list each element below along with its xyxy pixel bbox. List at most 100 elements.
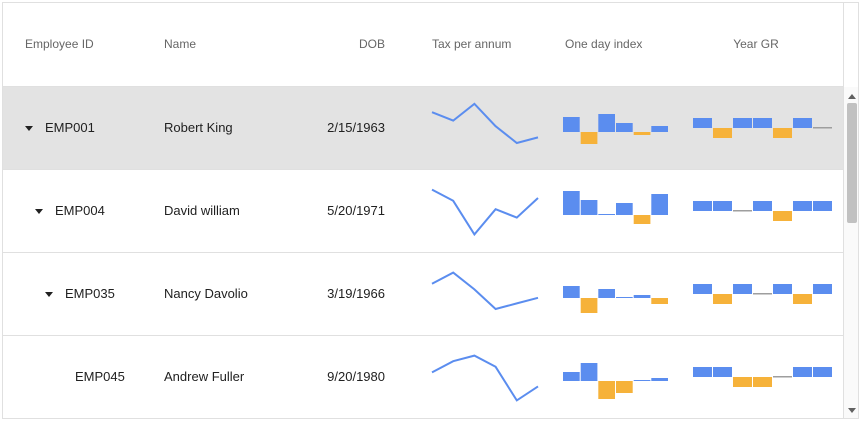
table-row[interactable]: EMP045 Andrew Fuller 9/20/1980 bbox=[3, 336, 843, 418]
yeargr-winloss-bar bbox=[793, 294, 812, 304]
index-sparkline-bar bbox=[633, 380, 651, 381]
yeargr-winloss-bar bbox=[793, 367, 812, 377]
yeargr-winloss-bar bbox=[753, 377, 772, 387]
employee-id-cell: EMP004 bbox=[55, 203, 105, 218]
header-scroll-filler bbox=[843, 3, 858, 87]
vertical-scrollbar[interactable] bbox=[843, 87, 858, 418]
index-sparkline-bar bbox=[633, 295, 651, 298]
index-sparkline-bar bbox=[616, 297, 633, 298]
index-sparkline-bar bbox=[598, 289, 615, 298]
employee-id-cell: EMP035 bbox=[65, 286, 115, 301]
table-row[interactable]: EMP001 Robert King 2/15/1963 bbox=[3, 87, 843, 170]
name-cell: David william bbox=[164, 203, 240, 218]
yeargr-winloss-bar bbox=[773, 284, 792, 294]
index-sparkline-bar bbox=[616, 381, 633, 393]
yeargr-winloss-bar bbox=[773, 128, 792, 138]
index-sparkline-bar bbox=[598, 381, 615, 399]
dob-cell: 2/15/1963 bbox=[327, 120, 385, 135]
header-dob[interactable]: DOB bbox=[293, 3, 385, 87]
index-sparkline-bar bbox=[651, 378, 668, 381]
yeargr-winloss-bar bbox=[713, 201, 732, 211]
index-sparkline-bar bbox=[563, 286, 580, 298]
yeargr-winloss-bar bbox=[713, 128, 732, 138]
grid-header: Employee ID Name DOB Tax per annum One d… bbox=[3, 3, 843, 87]
index-sparkline-bar bbox=[598, 114, 615, 132]
yeargr-winloss-bar bbox=[733, 118, 752, 128]
index-sparkline-bar bbox=[651, 194, 668, 215]
yeargr-winloss-bar bbox=[753, 201, 772, 211]
header-tax-per-annum[interactable]: Tax per annum bbox=[432, 3, 511, 87]
index-sparkline-bar bbox=[616, 123, 633, 132]
tax-sparkline-line bbox=[431, 271, 539, 311]
yeargr-winloss-bar bbox=[753, 293, 772, 295]
index-sparkline-bar bbox=[563, 191, 580, 215]
yeargr-winloss-bar bbox=[713, 294, 732, 304]
expand-caret-icon[interactable] bbox=[35, 209, 43, 214]
name-cell: Nancy Davolio bbox=[164, 286, 248, 301]
tax-sparkline-line bbox=[431, 188, 539, 237]
index-sparkline bbox=[563, 114, 668, 144]
yeargr-winloss bbox=[693, 284, 832, 304]
yeargr-winloss-bar bbox=[733, 377, 752, 387]
yeargr-winloss-bar bbox=[693, 284, 712, 294]
index-sparkline-bar bbox=[580, 298, 598, 313]
name-cell: Robert King bbox=[164, 120, 233, 135]
index-sparkline bbox=[563, 363, 668, 399]
yeargr-winloss-bar bbox=[753, 118, 772, 128]
yeargr-winloss-bar bbox=[693, 367, 712, 377]
expand-caret-icon[interactable] bbox=[45, 292, 53, 297]
index-sparkline-bar bbox=[616, 203, 633, 215]
yeargr-winloss-bar bbox=[713, 367, 732, 377]
yeargr-winloss-bar bbox=[733, 210, 752, 212]
table-row[interactable]: EMP004 David william 5/20/1971 bbox=[3, 170, 843, 253]
tax-sparkline-line bbox=[431, 102, 539, 145]
yeargr-winloss-bar bbox=[733, 284, 752, 294]
header-year-gr[interactable]: Year GR bbox=[689, 3, 823, 87]
yeargr-winloss-bar bbox=[793, 118, 812, 128]
index-sparkline bbox=[563, 286, 668, 313]
yeargr-winloss bbox=[693, 367, 832, 387]
index-sparkline-bar bbox=[563, 117, 580, 132]
employee-id-cell: EMP045 bbox=[75, 369, 125, 384]
yeargr-winloss-bar bbox=[813, 127, 832, 129]
dob-cell: 3/19/1966 bbox=[327, 286, 385, 301]
tax-sparkline bbox=[431, 354, 539, 402]
yeargr-winloss-bar bbox=[793, 201, 812, 211]
yeargr-winloss bbox=[693, 201, 832, 221]
index-sparkline-bar bbox=[651, 298, 668, 304]
dob-cell: 9/20/1980 bbox=[327, 369, 385, 384]
index-sparkline-bar bbox=[598, 214, 615, 215]
scroll-down-arrow-icon[interactable] bbox=[848, 408, 856, 413]
yeargr-winloss-bar bbox=[813, 367, 832, 377]
yeargr-winloss-bar bbox=[813, 201, 832, 211]
employee-id-cell: EMP001 bbox=[45, 120, 95, 135]
tax-sparkline bbox=[431, 102, 539, 145]
table-row[interactable]: EMP035 Nancy Davolio 3/19/1966 bbox=[3, 253, 843, 336]
header-one-day-index[interactable]: One day index bbox=[565, 3, 642, 87]
index-sparkline-bar bbox=[651, 126, 668, 132]
yeargr-winloss-bar bbox=[813, 284, 832, 294]
name-cell: Andrew Fuller bbox=[164, 369, 245, 384]
index-sparkline bbox=[563, 191, 668, 224]
index-sparkline-bar bbox=[580, 200, 598, 215]
index-sparkline-bar bbox=[633, 215, 651, 224]
yeargr-winloss bbox=[693, 118, 832, 138]
index-sparkline-bar bbox=[580, 363, 598, 381]
scrollbar-thumb[interactable] bbox=[847, 103, 857, 223]
expand-caret-icon[interactable] bbox=[25, 126, 33, 131]
dob-cell: 5/20/1971 bbox=[327, 203, 385, 218]
header-name[interactable]: Name bbox=[164, 3, 196, 87]
header-employee-id[interactable]: Employee ID bbox=[25, 3, 94, 87]
grid-body: EMP001 Robert King 2/15/1963 EMP004 David wi… bbox=[3, 87, 843, 418]
scroll-up-arrow-icon[interactable] bbox=[848, 94, 856, 99]
yeargr-winloss-bar bbox=[693, 201, 712, 211]
tree-grid: Employee ID Name DOB Tax per annum One d… bbox=[2, 2, 859, 419]
tax-sparkline-line bbox=[431, 354, 539, 402]
yeargr-winloss-bar bbox=[773, 211, 792, 221]
yeargr-winloss-bar bbox=[773, 376, 792, 378]
tax-sparkline bbox=[431, 271, 539, 311]
index-sparkline-bar bbox=[563, 372, 580, 381]
index-sparkline-bar bbox=[633, 132, 651, 135]
tax-sparkline bbox=[431, 188, 539, 237]
index-sparkline-bar bbox=[580, 132, 598, 144]
